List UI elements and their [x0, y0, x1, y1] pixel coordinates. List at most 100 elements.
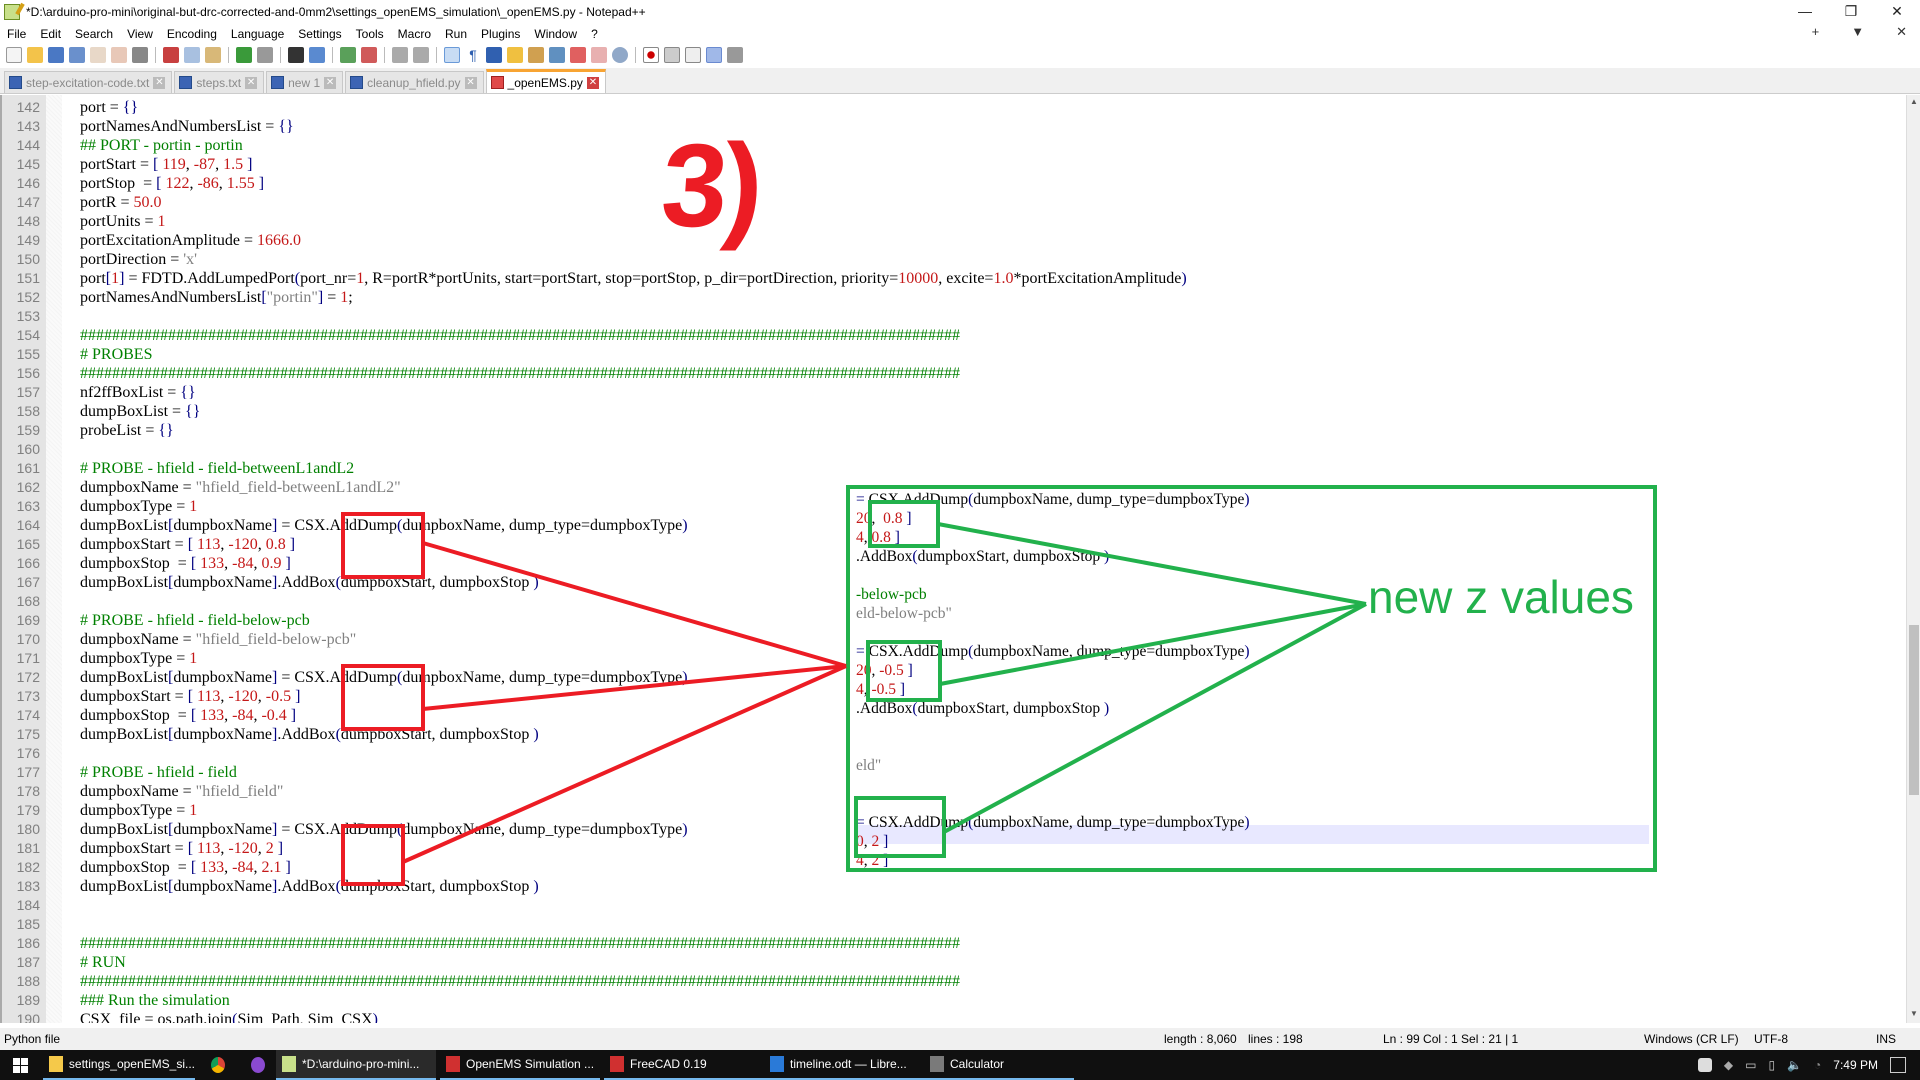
- start-button[interactable]: [0, 1050, 40, 1080]
- menu-run[interactable]: Run: [438, 27, 474, 41]
- redo-icon[interactable]: [257, 47, 273, 63]
- taskbar-item-calculator[interactable]: Calculator: [924, 1050, 1074, 1080]
- drive-icon[interactable]: [1697, 1058, 1712, 1072]
- status-encoding[interactable]: UTF-8: [1754, 1032, 1788, 1046]
- menu-plugins[interactable]: Plugins: [474, 27, 527, 41]
- code-line[interactable]: 181 dumpboxStart = [ 113, -120, 2 ]: [2, 839, 1187, 858]
- code-line[interactable]: 156 #####################################…: [2, 364, 1187, 383]
- copy-icon[interactable]: [184, 47, 200, 63]
- taskbar-item-libreoffice[interactable]: timeline.odt — Libre...: [764, 1050, 924, 1080]
- taskbar-item-app[interactable]: [245, 1050, 273, 1080]
- minimize-button[interactable]: —: [1782, 0, 1828, 24]
- code-line[interactable]: 162 dumpboxName = "hfield_field-betweenL1…: [2, 478, 1187, 497]
- save-icon[interactable]: [48, 47, 64, 63]
- code-line[interactable]: 169 # PROBE - hfield - field-below-pcb: [2, 611, 1187, 630]
- tab-steps[interactable]: steps.txt ✕: [174, 71, 265, 93]
- word-wrap-icon[interactable]: [444, 47, 460, 63]
- code-line[interactable]: 165 dumpboxStart = [ 113, -120, 0.8 ]: [2, 535, 1187, 554]
- code-line[interactable]: 166 dumpboxStop = [ 133, -84, 0.9 ]: [2, 554, 1187, 573]
- scroll-down-icon[interactable]: ▼: [1909, 1009, 1919, 1021]
- doc-list-icon[interactable]: [549, 47, 565, 63]
- code-line[interactable]: 145 portStart = [ 119, -87, 1.5 ]: [2, 155, 1187, 174]
- close-icon[interactable]: ✕: [245, 76, 258, 89]
- show-all-chars-icon[interactable]: ¶: [465, 47, 481, 63]
- close-all-icon[interactable]: [111, 47, 127, 63]
- taskbar-item-openems[interactable]: OpenEMS Simulation ...: [440, 1050, 600, 1080]
- code-line[interactable]: 171 dumpboxType = 1: [2, 649, 1187, 668]
- close-icon[interactable]: ✕: [586, 76, 599, 89]
- code-editor[interactable]: 142 port = {} 143 portNamesAndNumbersList =…: [0, 95, 1906, 1023]
- code-line[interactable]: 189 ### Run the simulation: [2, 991, 1187, 1010]
- code-line[interactable]: 144 ## PORT - portin - portin: [2, 136, 1187, 155]
- menu-window[interactable]: Window: [527, 27, 584, 41]
- code-line[interactable]: 183 dumpBoxList[dumpboxName].AddBox(dumpb…: [2, 877, 1187, 896]
- play-macro-icon[interactable]: [685, 47, 701, 63]
- zoom-in-icon[interactable]: [340, 47, 356, 63]
- taskbar-item-freecad[interactable]: FreeCAD 0.19: [604, 1050, 764, 1080]
- new-file-icon[interactable]: [6, 47, 22, 63]
- paste-icon[interactable]: [205, 47, 221, 63]
- function-list-icon[interactable]: [570, 47, 586, 63]
- usb-icon[interactable]: ▯: [1768, 1058, 1775, 1072]
- doc-map-icon[interactable]: [528, 47, 544, 63]
- status-mode[interactable]: INS: [1876, 1032, 1896, 1046]
- code-line[interactable]: 186 #####################################…: [2, 934, 1187, 953]
- code-line[interactable]: 142 port = {}: [2, 98, 1187, 117]
- tab-list-button[interactable]: ▼: [1844, 24, 1871, 40]
- power-icon[interactable]: ▭: [1745, 1058, 1756, 1072]
- close-icon[interactable]: [90, 47, 106, 63]
- notification-icon[interactable]: [1890, 1057, 1906, 1073]
- code-line[interactable]: 152 portNamesAndNumbersList["portin"] = 1…: [2, 288, 1187, 307]
- udl-icon[interactable]: [507, 47, 523, 63]
- monitoring-icon[interactable]: [612, 47, 628, 63]
- maximize-button[interactable]: ❐: [1828, 0, 1874, 24]
- save-macro-icon[interactable]: [727, 47, 743, 63]
- code-line[interactable]: 184: [2, 896, 1187, 915]
- code-line[interactable]: 175 dumpBoxList[dumpboxName].AddBox(dumpb…: [2, 725, 1187, 744]
- menu-view[interactable]: View: [120, 27, 160, 41]
- code-line[interactable]: 157 nf2ffBoxList = {}: [2, 383, 1187, 402]
- code-line[interactable]: 153: [2, 307, 1187, 326]
- taskbar-item-explorer[interactable]: settings_openEMS_si...: [43, 1050, 195, 1080]
- code-line[interactable]: 185: [2, 915, 1187, 934]
- run-macro-multiple-icon[interactable]: [706, 47, 722, 63]
- code-line[interactable]: 187 # RUN: [2, 953, 1187, 972]
- tab-cleanup-hfield[interactable]: cleanup_hfield.py ✕: [345, 71, 484, 93]
- code-line[interactable]: 159 probeList = {}: [2, 421, 1187, 440]
- menu-tools[interactable]: Tools: [349, 27, 391, 41]
- undo-icon[interactable]: [236, 47, 252, 63]
- close-tab-button[interactable]: ✕: [1889, 24, 1914, 40]
- code-line[interactable]: 161 # PROBE - hfield - field-betweenL1and…: [2, 459, 1187, 478]
- menu-encoding[interactable]: Encoding: [160, 27, 224, 41]
- code-line[interactable]: 150 portDirection = 'x': [2, 250, 1187, 269]
- zoom-out-icon[interactable]: [361, 47, 377, 63]
- stop-macro-icon[interactable]: [664, 47, 680, 63]
- diamond-icon[interactable]: ◆: [1724, 1058, 1733, 1072]
- menu-language[interactable]: Language: [224, 27, 291, 41]
- code-line[interactable]: 176: [2, 744, 1187, 763]
- code-line[interactable]: 163 dumpboxType = 1: [2, 497, 1187, 516]
- close-button[interactable]: ✕: [1874, 0, 1920, 24]
- folder-workspace-icon[interactable]: [591, 47, 607, 63]
- close-icon[interactable]: ✕: [324, 76, 337, 89]
- code-line[interactable]: 170 dumpboxName = "hfield_field-below-pcb…: [2, 630, 1187, 649]
- menu-file[interactable]: File: [0, 27, 33, 41]
- open-file-icon[interactable]: [27, 47, 43, 63]
- code-line[interactable]: 160: [2, 440, 1187, 459]
- save-all-icon[interactable]: [69, 47, 85, 63]
- find-icon[interactable]: [288, 47, 304, 63]
- code-line[interactable]: 190 CSX_file = os.path.join(Sim_Path, Sim…: [2, 1010, 1187, 1023]
- wifi-icon[interactable]: ◔: [1814, 1058, 1821, 1072]
- code-line[interactable]: 182 dumpboxStop = [ 133, -84, 2.1 ]: [2, 858, 1187, 877]
- sync-vertical-icon[interactable]: [392, 47, 408, 63]
- cut-icon[interactable]: [163, 47, 179, 63]
- code-line[interactable]: 173 dumpboxStart = [ 113, -120, -0.5 ]: [2, 687, 1187, 706]
- new-tab-button[interactable]: +: [1805, 24, 1827, 40]
- code-line[interactable]: 147 portR = 50.0: [2, 193, 1187, 212]
- code-line[interactable]: 168: [2, 592, 1187, 611]
- code-line[interactable]: 148 portUnits = 1: [2, 212, 1187, 231]
- close-icon[interactable]: ✕: [153, 76, 166, 89]
- vertical-scrollbar[interactable]: ▲ ▼: [1906, 95, 1920, 1023]
- code-line[interactable]: 151 port[1] = FDTD.AddLumpedPort(port_nr=…: [2, 269, 1187, 288]
- code-line[interactable]: 172 dumpBoxList[dumpboxName] = CSX.AddDum…: [2, 668, 1187, 687]
